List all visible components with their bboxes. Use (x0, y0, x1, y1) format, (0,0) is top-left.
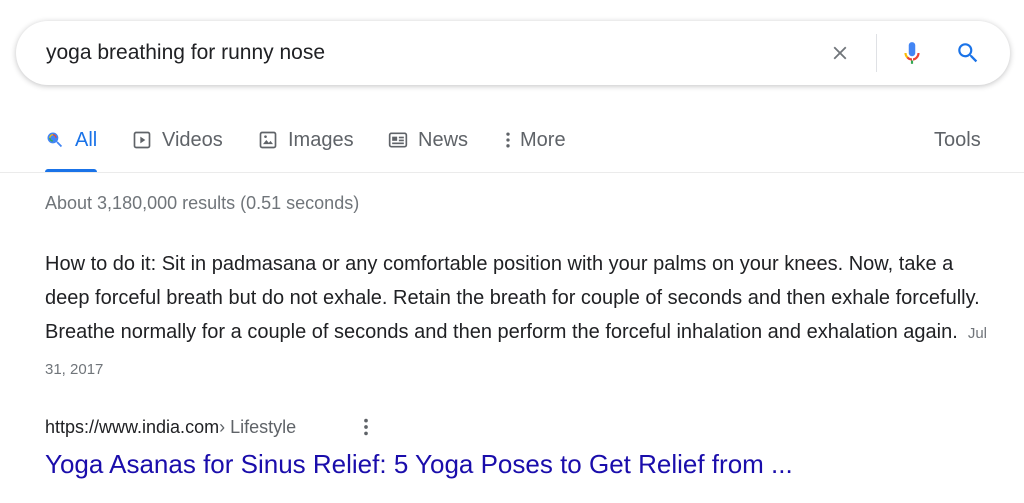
featured-snippet-text: How to do it: Sit in padmasana or any co… (45, 253, 980, 343)
tab-label: Videos (162, 128, 223, 151)
result-options-button[interactable] (356, 414, 376, 440)
tab-more[interactable]: More (504, 110, 566, 172)
tab-label: Images (288, 128, 354, 151)
search-icon (45, 130, 65, 150)
search-tabs: All Videos Images News More Tools (0, 110, 1024, 174)
microphone-icon (904, 42, 920, 64)
search-button[interactable] (952, 37, 984, 69)
result-title-link[interactable]: Yoga Asanas for Sinus Relief: 5 Yoga Pos… (45, 449, 793, 480)
tab-news[interactable]: News (388, 110, 468, 172)
tab-label: All (75, 128, 98, 151)
result-url: https://www.india.com (45, 416, 220, 437)
search-bar (16, 21, 1010, 85)
tools-button[interactable]: Tools (934, 110, 981, 172)
search-icon (958, 43, 978, 63)
tab-all[interactable]: All (45, 110, 97, 172)
more-vert-icon (504, 130, 512, 150)
voice-search-button[interactable] (896, 37, 928, 69)
search-results-page: All Videos Images (0, 0, 1024, 503)
news-icon (388, 130, 408, 150)
result-breadcrumb: › Lifestyle (219, 416, 297, 437)
more-vert-icon (364, 418, 368, 436)
image-icon (258, 130, 278, 150)
result-stats: About 3,180,000 results (0.51 seconds) (45, 193, 360, 213)
tabs-divider (0, 172, 1024, 173)
close-icon (833, 46, 847, 60)
play-icon (132, 130, 152, 150)
search-input[interactable] (46, 21, 806, 85)
featured-snippet: How to do it: Sit in padmasana or any co… (45, 247, 990, 387)
tab-videos[interactable]: Videos (132, 110, 223, 172)
result-cite[interactable]: https://www.india.com › Lifestyle (45, 414, 296, 440)
tools-label: Tools (934, 128, 981, 151)
tab-label: News (418, 128, 469, 151)
search-bar-divider (876, 34, 877, 72)
tab-images[interactable]: Images (258, 110, 354, 172)
tab-label: More (520, 128, 566, 151)
clear-button[interactable] (824, 37, 856, 69)
